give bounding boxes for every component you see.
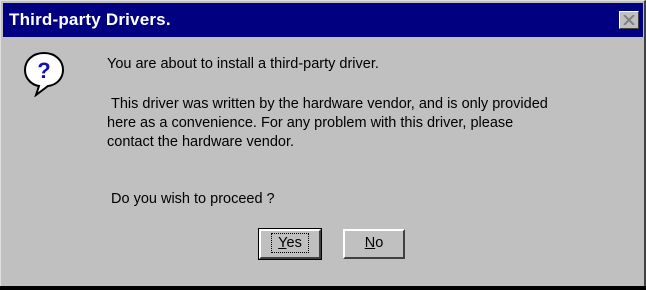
- yes-rest: es: [286, 235, 302, 251]
- dialog-title: Third-party Drivers.: [9, 10, 171, 29]
- svg-text:?: ?: [37, 58, 50, 83]
- question-icon: ?: [23, 51, 65, 97]
- no-button[interactable]: No: [343, 229, 405, 259]
- message-intro: You are about to install a third-party d…: [107, 55, 379, 74]
- no-rest: o: [375, 235, 384, 251]
- message-detail: This driver was written by the hardware …: [107, 95, 548, 152]
- yes-button[interactable]: Yes: [258, 228, 322, 260]
- message-line: contact the hardware vendor.: [107, 134, 295, 150]
- message-line: You are about to install a third-party d…: [107, 56, 379, 72]
- message-line: This driver was written by the hardware …: [111, 96, 548, 112]
- message-line: here as a convenience. For any problem w…: [107, 115, 514, 131]
- dialog-window: Third-party Drivers. ? You are about to …: [0, 0, 646, 288]
- close-icon: [623, 15, 635, 25]
- no-mnemonic: N: [364, 235, 376, 251]
- close-button[interactable]: [619, 11, 639, 29]
- title-bar[interactable]: Third-party Drivers.: [3, 3, 643, 37]
- message-line: Do you wish to proceed ?: [111, 191, 275, 207]
- yes-button-label: Yes: [271, 233, 309, 253]
- message-question: Do you wish to proceed ?: [111, 190, 275, 209]
- background-strip: [0, 286, 646, 290]
- yes-mnemonic: Y: [278, 235, 287, 251]
